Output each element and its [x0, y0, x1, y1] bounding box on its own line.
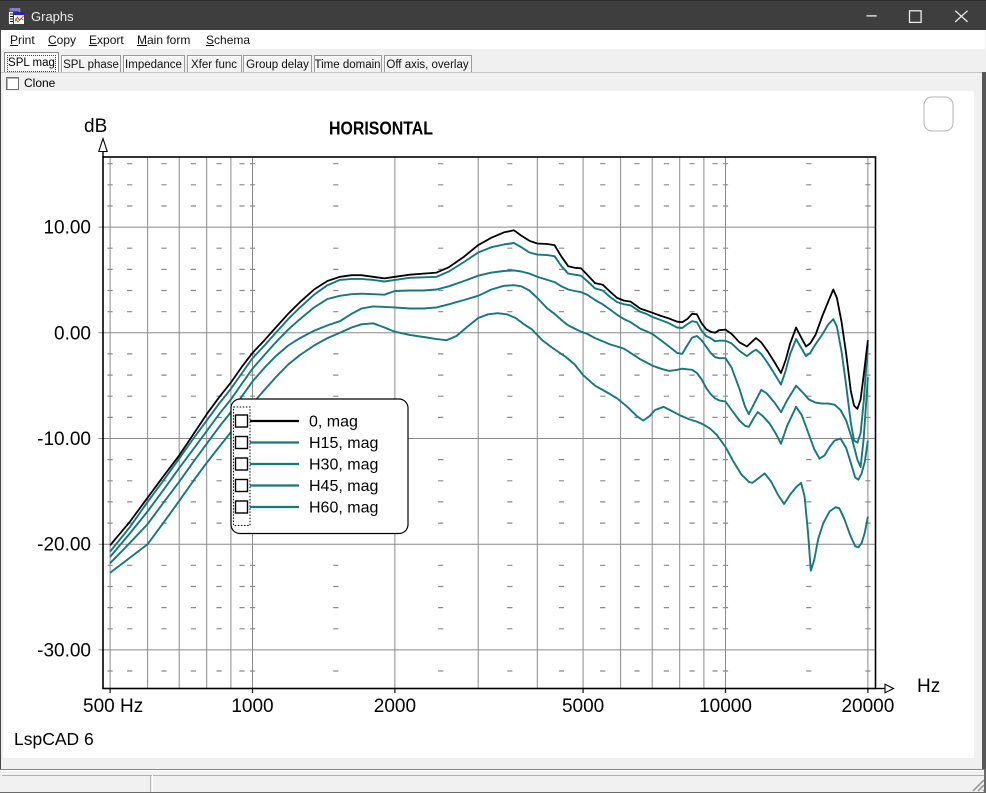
svg-text:2000: 2000	[374, 696, 416, 717]
svg-text:0, mag: 0, mag	[309, 414, 358, 431]
svg-text:Hz: Hz	[917, 676, 940, 697]
svg-text:H45, mag: H45, mag	[309, 478, 378, 495]
svg-text:20000: 20000	[841, 696, 894, 717]
svg-text:-20.00: -20.00	[37, 535, 91, 556]
svg-text:dB: dB	[84, 116, 107, 137]
svg-text:10.00: 10.00	[43, 218, 91, 239]
svg-text:-30.00: -30.00	[37, 640, 91, 661]
svg-text:0.00: 0.00	[54, 323, 91, 344]
svg-text:1000: 1000	[231, 696, 273, 717]
svg-text:LspCAD 6: LspCAD 6	[14, 729, 94, 749]
svg-text:H60, mag: H60, mag	[309, 500, 378, 517]
svg-text:H30, mag: H30, mag	[309, 457, 378, 474]
svg-text:500 Hz: 500 Hz	[83, 696, 143, 717]
svg-text:H15, mag: H15, mag	[309, 435, 378, 452]
svg-text:HORISONTAL: HORISONTAL	[329, 118, 433, 139]
svg-text:-10.00: -10.00	[37, 429, 91, 450]
svg-text:10000: 10000	[699, 696, 752, 717]
svg-text:5000: 5000	[562, 696, 604, 717]
